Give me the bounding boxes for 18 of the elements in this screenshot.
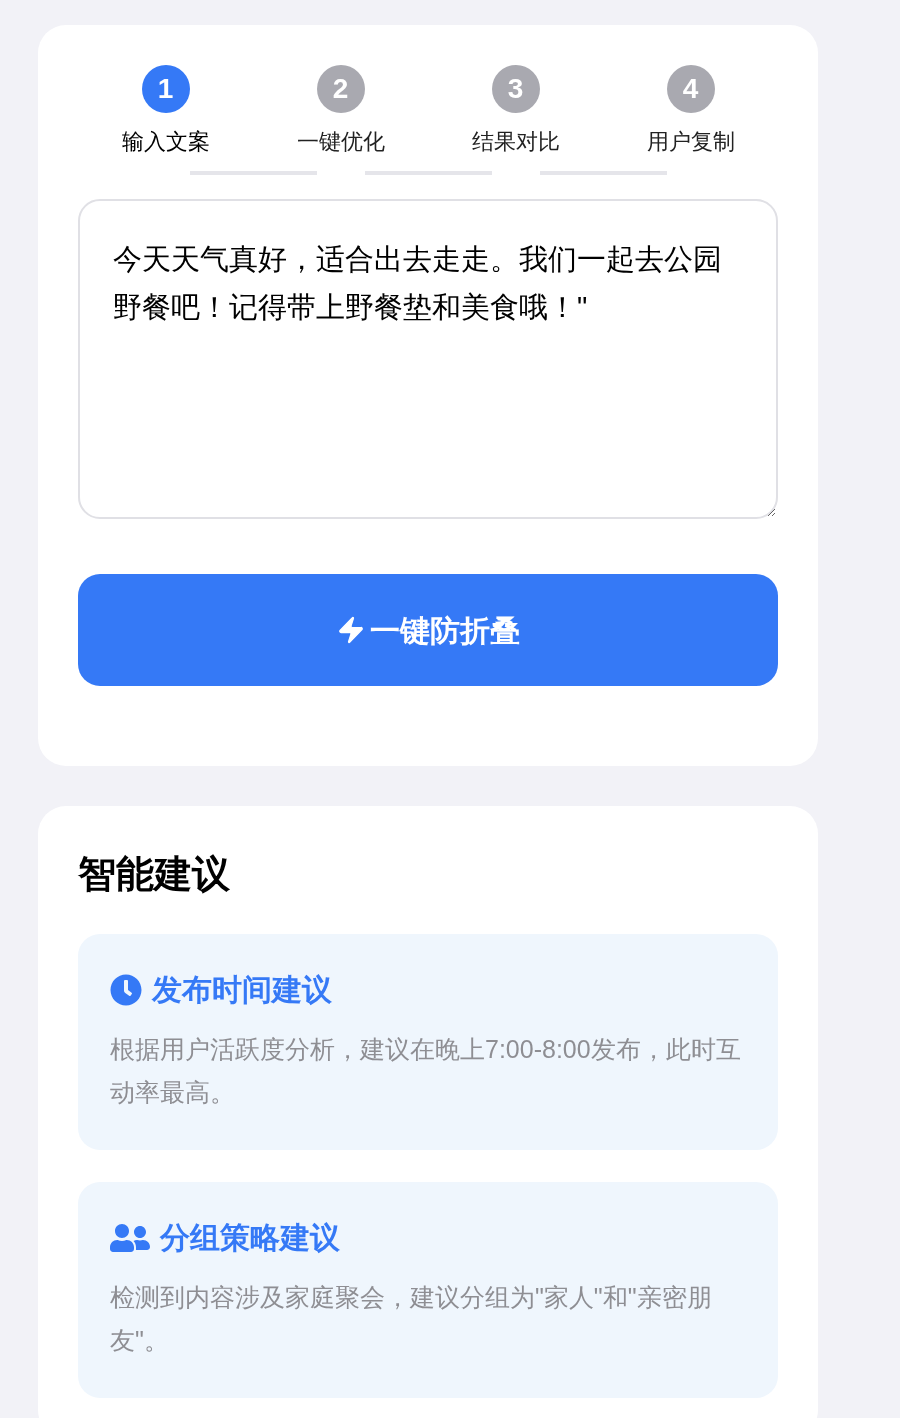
step-number: 3	[491, 65, 540, 113]
suggestion-text: 根据用户活跃度分析，建议在晚上7:00-8:00发布，此时互动率最高。	[110, 1034, 742, 1108]
step-label: 一键优化	[296, 128, 385, 156]
step-number: 2	[316, 65, 365, 113]
suggestion-text: 检测到内容涉及家庭聚会，建议分组为"家人"和"亲密朋友"。	[110, 1282, 713, 1356]
step-label: 用户复制	[646, 128, 735, 156]
suggestion-title: 分组策略建议	[160, 1220, 340, 1256]
clock-icon	[110, 974, 142, 1006]
people-icon	[110, 1222, 150, 1254]
step-label: 结果对比	[471, 128, 560, 156]
text-input-field[interactable]: 今天天气真好，适合出去走走。我们一起去公园野餐吧！记得带上野餐垫和美食哦！"	[78, 199, 778, 519]
anti-fold-button[interactable]: 一键防折叠	[78, 574, 778, 686]
section-title: 智能建议	[78, 852, 231, 897]
lightning-icon	[336, 614, 366, 646]
step-number: 1	[141, 65, 190, 113]
step-label: 输入文案	[121, 128, 210, 156]
suggestion-title: 发布时间建议	[152, 972, 332, 1008]
step-number: 4	[666, 65, 715, 113]
